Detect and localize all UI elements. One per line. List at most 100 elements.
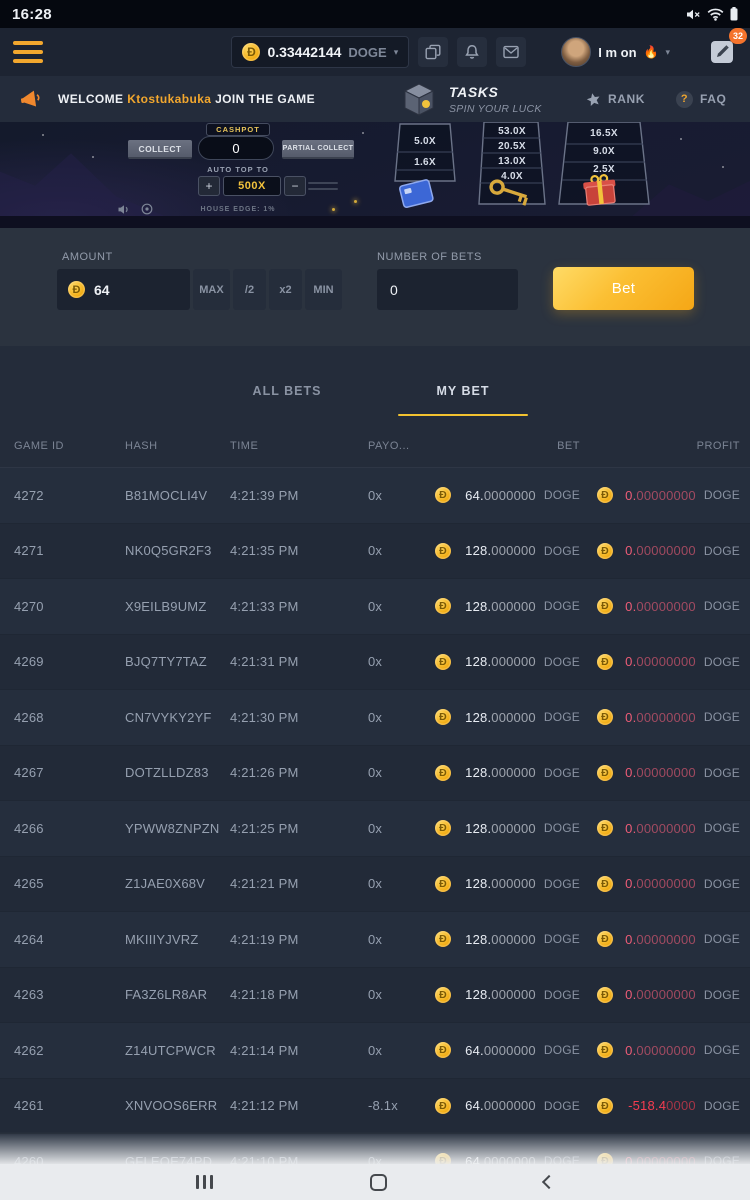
recents-button[interactable]	[196, 1175, 213, 1189]
profit-currency: DOGE	[704, 488, 740, 502]
bet-row[interactable]: 4260 GFLEQE74PD 4:21:10 PM 0x Ð 64.00000…	[0, 1134, 750, 1164]
doge-coin-icon: Ð	[435, 654, 451, 670]
rank-link[interactable]: RANK	[586, 76, 645, 122]
time-value: 4:21:21 PM	[230, 857, 299, 912]
doge-coin-icon: Ð	[435, 1098, 451, 1114]
bet-row[interactable]: 4263 FA3Z6LR8AR 4:21:18 PM 0x Ð 128.0000…	[0, 968, 750, 1024]
bet-amount: 64.0000000	[459, 1043, 536, 1058]
doge-coin-icon: Ð	[597, 709, 613, 725]
partial-collect-button[interactable]: PARTIAL COLLECT	[282, 140, 354, 159]
amount-group: Ð MAX /2 x2 MIN	[57, 269, 342, 310]
welcome-message: WELCOME Ktostukabuka JOIN THE GAME	[20, 76, 315, 122]
home-button[interactable]	[370, 1174, 387, 1191]
battery-icon	[730, 7, 738, 21]
menu-button[interactable]	[13, 37, 43, 67]
bet-row[interactable]: 4270 X9EILB9UMZ 4:21:33 PM 0x Ð 128.0000…	[0, 579, 750, 635]
time-value: 4:21:35 PM	[230, 524, 299, 579]
user-menu[interactable]: I m on 🔥 ▾	[561, 37, 670, 67]
header-payout: PAYO...	[368, 425, 410, 467]
payout-value: 0x	[368, 690, 382, 745]
messages-button[interactable]	[496, 37, 526, 67]
bet-row[interactable]: 4272 B81MOCLI4V 4:21:39 PM 0x Ð 64.00000…	[0, 468, 750, 524]
min-button[interactable]: MIN	[305, 269, 342, 310]
increase-button[interactable]: +	[198, 176, 220, 196]
bet-row[interactable]: 4266 YPWW8ZNPZN 4:21:25 PM 0x Ð 128.0000…	[0, 801, 750, 857]
half-button[interactable]: /2	[233, 269, 266, 310]
gift-prize-icon	[574, 170, 626, 213]
welcome-suffix: JOIN THE GAME	[215, 92, 315, 106]
game-canvas[interactable]: CASHPOT COLLECT 0 PARTIAL COLLECT AUTO T…	[0, 122, 750, 228]
envelope-icon	[503, 45, 519, 59]
bet-row[interactable]: 4261 XNVOOS6ERR 4:21:12 PM -8.1x Ð 64.00…	[0, 1079, 750, 1135]
max-button[interactable]: MAX	[193, 269, 230, 310]
status-time: 16:28	[12, 6, 52, 23]
profit-currency: DOGE	[704, 655, 740, 669]
bet-currency: DOGE	[544, 655, 580, 669]
mute-icon	[686, 8, 701, 21]
bet-row[interactable]: 4268 CN7VYKY2YF 4:21:30 PM 0x Ð 128.0000…	[0, 690, 750, 746]
notifications-button[interactable]	[457, 37, 487, 67]
time-value: 4:21:19 PM	[230, 912, 299, 967]
bet-currency: DOGE	[544, 821, 580, 835]
profit-currency: DOGE	[704, 544, 740, 558]
wallet-button[interactable]	[418, 37, 448, 67]
game-id-value: 4272	[14, 468, 44, 523]
tab-all-bets[interactable]: ALL BETS	[199, 370, 375, 416]
star-decoration	[680, 138, 682, 140]
bet-amount: 128.000000	[459, 599, 536, 614]
tab-my-bet[interactable]: MY BET	[375, 370, 551, 416]
number-of-bets-input[interactable]	[390, 282, 505, 298]
bet-currency: DOGE	[544, 599, 580, 613]
profit-amount: 0.00000000	[621, 710, 696, 725]
doge-coin-icon: Ð	[435, 1153, 451, 1164]
back-button[interactable]	[542, 1175, 556, 1189]
bet-amount: 128.000000	[459, 876, 536, 891]
svg-text:53.0X: 53.0X	[498, 126, 526, 137]
rail-decoration	[308, 182, 338, 194]
time-value: 4:21:10 PM	[230, 1134, 299, 1164]
chat-button[interactable]: 32	[707, 37, 737, 67]
amount-input[interactable]	[94, 282, 164, 298]
bet-amount: 128.000000	[459, 987, 536, 1002]
bet-row[interactable]: 4269 BJQ7TY7TAZ 4:21:31 PM 0x Ð 128.0000…	[0, 635, 750, 691]
profit-cell: Ð 0.00000000 DOGE	[597, 468, 740, 523]
game-id-value: 4260	[14, 1134, 44, 1164]
amount-field[interactable]: Ð	[57, 269, 190, 310]
double-button[interactable]: x2	[269, 269, 302, 310]
bet-button[interactable]: Bet	[553, 267, 694, 310]
doge-coin-icon: Ð	[597, 876, 613, 892]
bet-amount: 128.000000	[459, 654, 536, 669]
balance-selector[interactable]: Ð 0.33442144 DOGE ▾	[231, 36, 409, 68]
profit-amount: 0.00000000	[621, 765, 696, 780]
bet-currency: DOGE	[544, 544, 580, 558]
bet-amount: 64.0000000	[459, 1098, 536, 1113]
speaker-icon[interactable]	[118, 204, 131, 215]
bet-row[interactable]: 4267 DOTZLLDZ83 4:21:26 PM 0x Ð 128.0000…	[0, 746, 750, 802]
profit-currency: DOGE	[704, 1043, 740, 1057]
doge-coin-icon: Ð	[435, 709, 451, 725]
bet-row[interactable]: 4271 NK0Q5GR2F3 4:21:35 PM 0x Ð 128.0000…	[0, 524, 750, 580]
profit-cell: Ð 0.00000000 DOGE	[597, 635, 740, 690]
payout-value: 0x	[368, 1023, 382, 1078]
balance-currency: DOGE	[348, 45, 386, 60]
bet-cell: Ð 128.000000 DOGE	[435, 857, 580, 912]
payout-value: 0x	[368, 468, 382, 523]
decrease-button[interactable]: −	[284, 176, 306, 196]
bet-row[interactable]: 4265 Z1JAE0X68V 4:21:21 PM 0x Ð 128.0000…	[0, 857, 750, 913]
table-header: GAME ID HASH TIME PAYO... BET PROFIT	[0, 425, 750, 468]
collect-button[interactable]: COLLECT	[128, 140, 192, 159]
bet-amount: 128.000000	[459, 932, 536, 947]
ground-decoration	[0, 216, 750, 228]
bet-row[interactable]: 4262 Z14UTCPWCR 4:21:14 PM 0x Ð 64.00000…	[0, 1023, 750, 1079]
bet-row[interactable]: 4264 MKIIIYJVRZ 4:21:19 PM 0x Ð 128.0000…	[0, 912, 750, 968]
number-of-bets-field[interactable]	[377, 269, 518, 310]
game-id-value: 4271	[14, 524, 44, 579]
hash-value: YPWW8ZNPZN	[125, 801, 219, 856]
faq-link[interactable]: ? FAQ	[676, 76, 726, 122]
status-bar: 16:28	[0, 0, 750, 28]
crate-icon	[398, 81, 440, 117]
tasks-link[interactable]: TASKS SPIN YOUR LUCK	[398, 81, 542, 117]
star-decoration	[362, 132, 364, 134]
animation-toggle-icon[interactable]	[141, 203, 153, 215]
doge-coin-icon: Ð	[435, 931, 451, 947]
